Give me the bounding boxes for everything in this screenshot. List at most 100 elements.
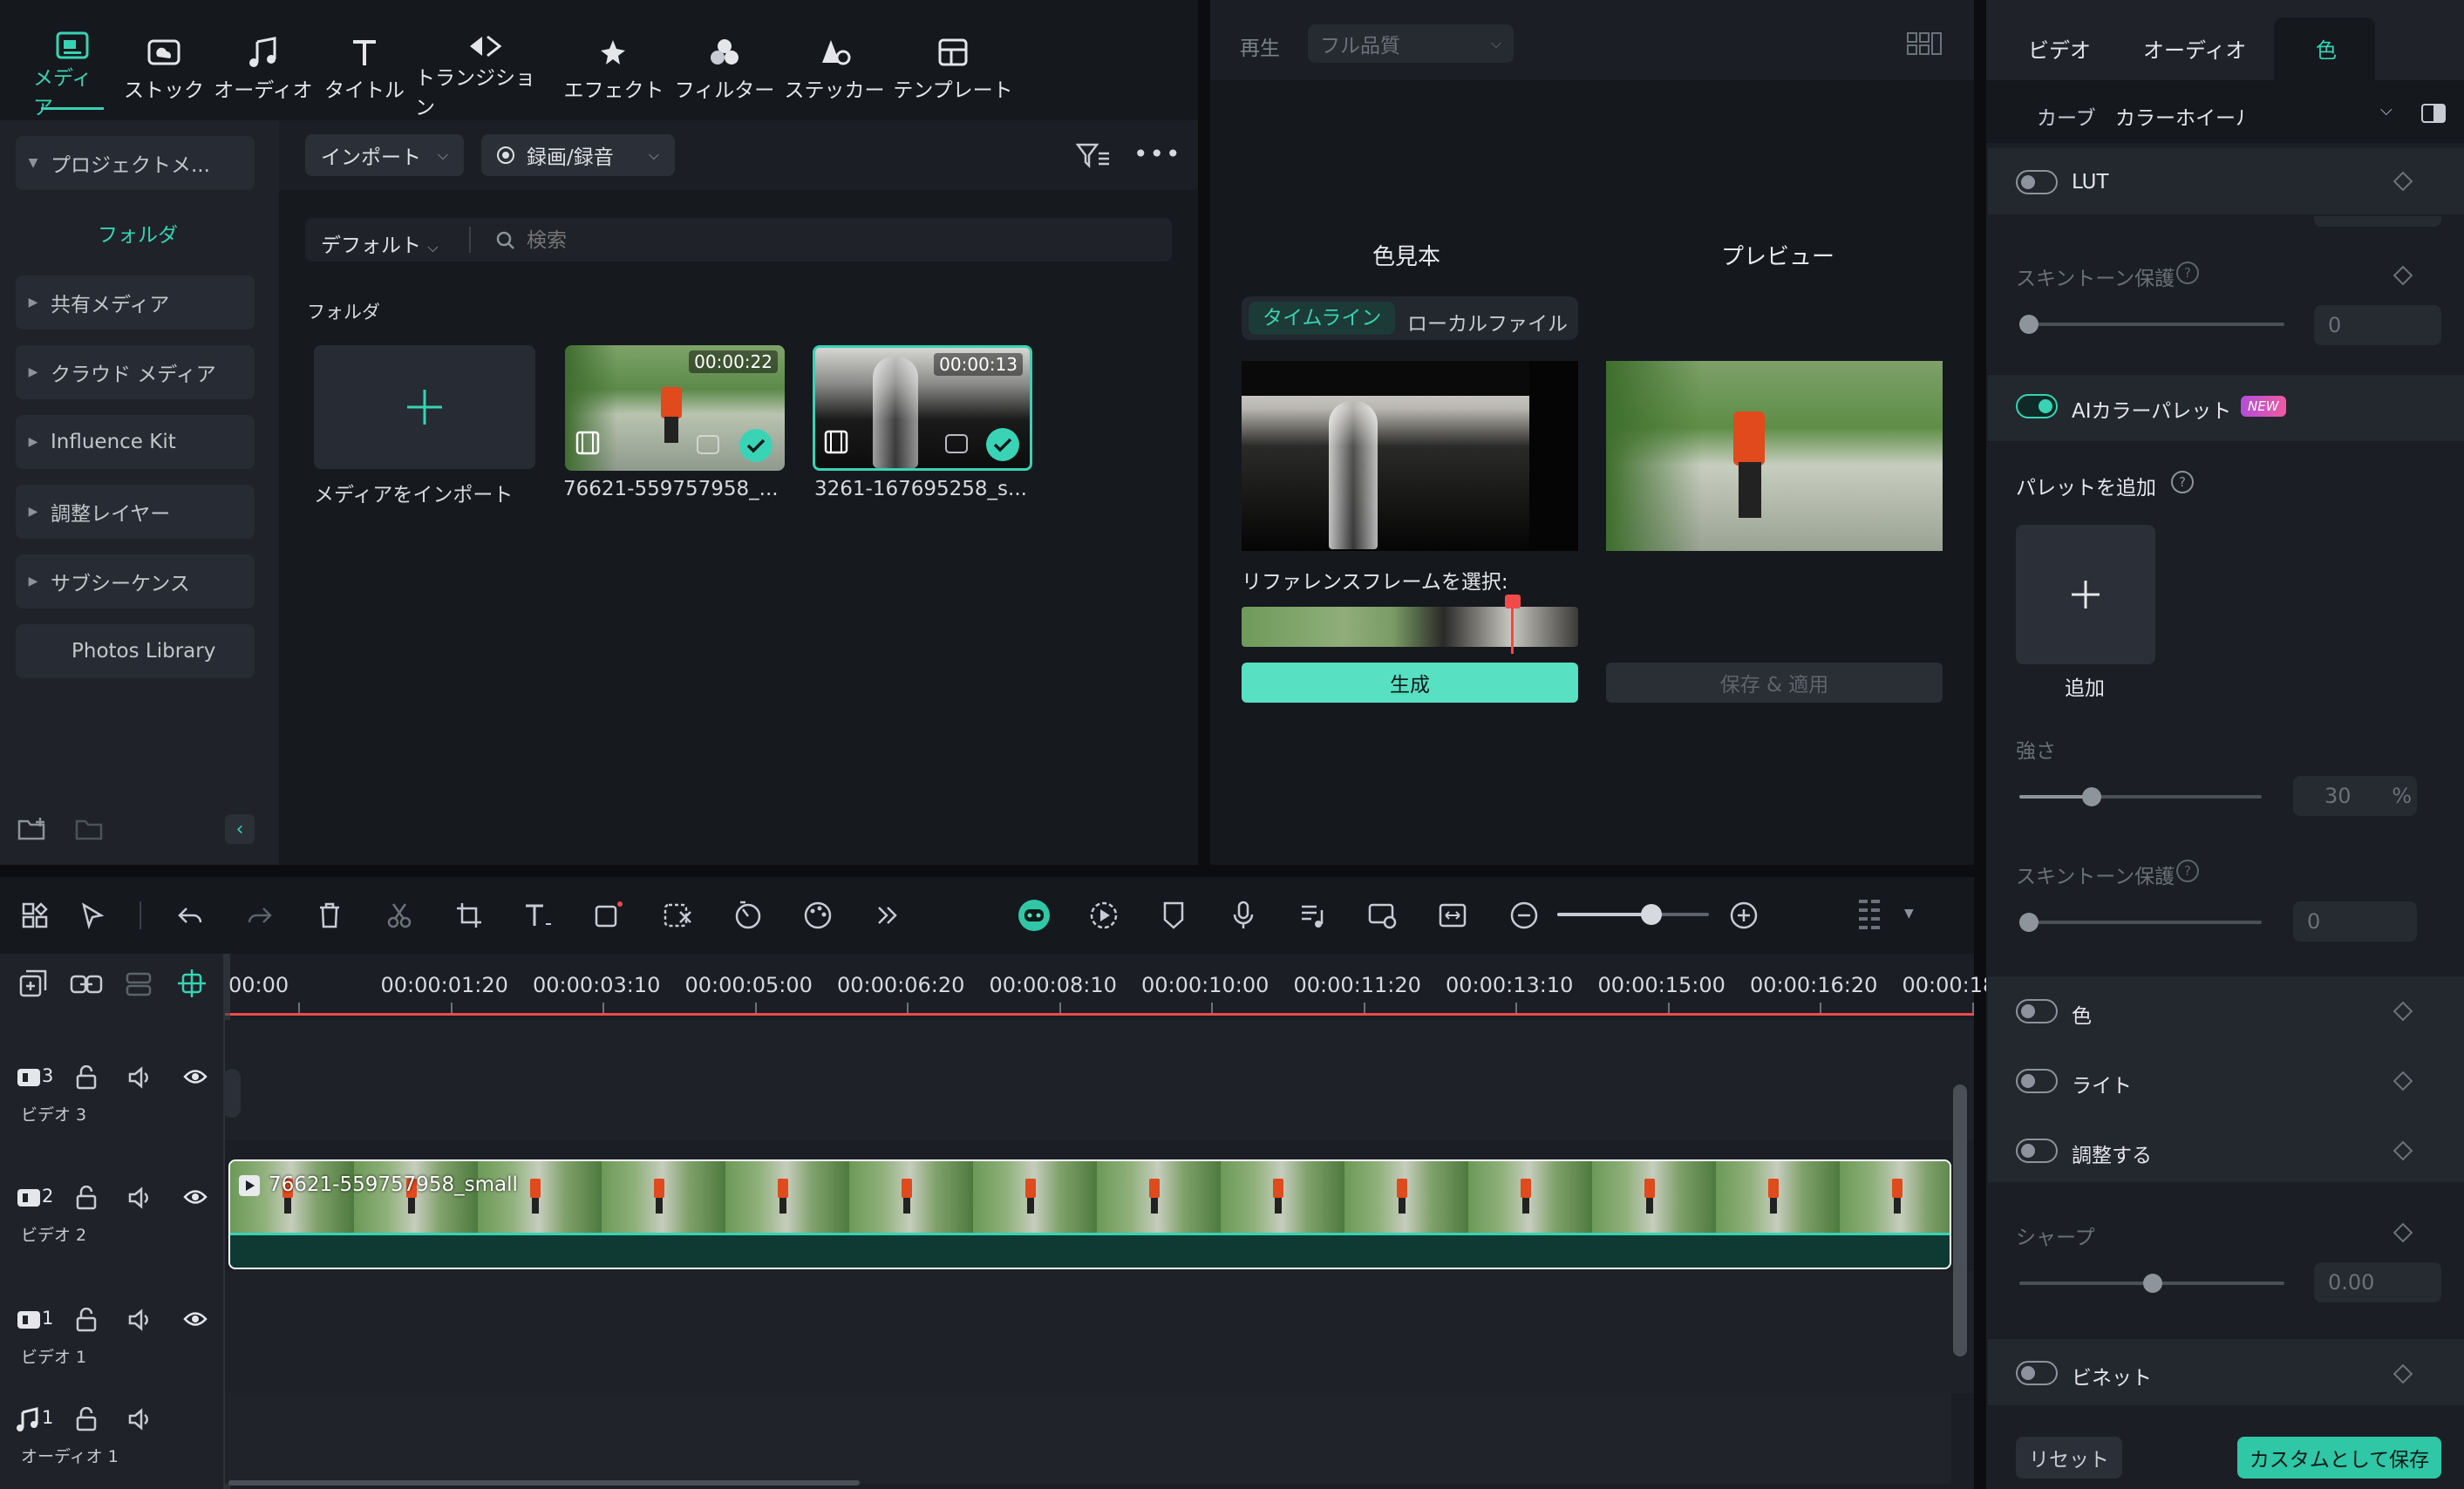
group-icon[interactable]: [124, 971, 153, 1001]
sidebar-item-influence[interactable]: ▶ Influence Kit: [16, 415, 255, 469]
shape-tool-icon[interactable]: [591, 898, 626, 933]
skin-tone-value[interactable]: 0: [2293, 901, 2417, 942]
sidebar-item-shared[interactable]: ▶ 共有メディア: [16, 275, 255, 330]
ai-palette-toggle[interactable]: [2016, 394, 2058, 418]
speaker-icon[interactable]: [127, 1065, 152, 1093]
add-palette-button[interactable]: [2016, 525, 2155, 664]
reset-button[interactable]: リセット: [2016, 1437, 2122, 1479]
skin-tone-value[interactable]: 0: [2314, 305, 2441, 345]
import-dropdown[interactable]: インポート ⌵: [305, 134, 464, 176]
layout-icon[interactable]: [17, 898, 52, 933]
delete-folder-icon[interactable]: [75, 816, 105, 846]
save-apply-button[interactable]: 保存 & 適用: [1606, 663, 1943, 703]
sort-dropdown[interactable]: デフォルト ⌵: [321, 228, 438, 258]
strength-value[interactable]: 30%: [2293, 776, 2417, 816]
magnet-snap-icon[interactable]: [176, 968, 208, 1003]
speed-icon[interactable]: [731, 898, 766, 933]
fit-icon[interactable]: [1435, 898, 1470, 933]
collapse-sidebar-icon[interactable]: ‹: [225, 814, 255, 844]
tab-local-file[interactable]: ローカルファイル: [1407, 307, 1568, 337]
skin-tone-slider-knob[interactable]: [2019, 913, 2039, 932]
ai-cutout-icon[interactable]: [661, 898, 696, 933]
chevron-down-icon[interactable]: ⌵: [2380, 101, 2393, 119]
skin-tone-slider[interactable]: [2019, 921, 2262, 924]
toolbar-filter[interactable]: フィルター: [673, 31, 776, 110]
lock-icon[interactable]: [75, 1064, 98, 1093]
timeline-clip[interactable]: 76621-559757958_small: [228, 1159, 1951, 1269]
track-row-video-1[interactable]: [225, 1271, 1974, 1393]
lock-icon[interactable]: [75, 1185, 98, 1214]
sidebar-item-subsequence[interactable]: ▶ サブシーケンス: [16, 554, 255, 609]
tab-video[interactable]: ビデオ: [2028, 33, 2091, 64]
subtab-color-wheel[interactable]: カラーホイール: [2115, 101, 2246, 131]
render-preview-icon[interactable]: [1086, 898, 1121, 933]
text-tool-icon[interactable]: [521, 898, 556, 933]
lut-toggle[interactable]: [2016, 170, 2058, 194]
new-folder-icon[interactable]: [17, 816, 47, 846]
toolbar-effect[interactable]: エフェクト: [563, 31, 664, 110]
quality-dropdown[interactable]: フル品質 ⌵: [1308, 24, 1514, 63]
sidebar-item-photos[interactable]: Photos Library: [16, 624, 255, 678]
toolbar-transition[interactable]: トランジション: [415, 31, 555, 119]
timeline-horizontal-scrollbar[interactable]: [228, 1480, 860, 1486]
zoom-in-icon[interactable]: [1726, 898, 1761, 933]
zoom-slider-knob[interactable]: [1640, 904, 1662, 925]
select-tool-icon[interactable]: [75, 898, 110, 933]
tab-timeline[interactable]: タイムライン: [1249, 302, 1396, 335]
sidebar-item-cloud[interactable]: ▶ クラウド メディア: [16, 345, 255, 399]
search-input[interactable]: [527, 223, 1137, 258]
strength-slider[interactable]: [2019, 795, 2262, 799]
toolbar-media[interactable]: メディア: [33, 31, 112, 119]
sharp-slider-knob[interactable]: [2143, 1274, 2162, 1293]
toolbar-sticker[interactable]: ステッカー: [783, 31, 886, 110]
eye-icon[interactable]: [183, 1309, 208, 1332]
subtab-curve[interactable]: カーブ: [2037, 101, 2096, 131]
generate-button[interactable]: 生成: [1242, 663, 1578, 703]
timeline-vertical-scrollbar[interactable]: [1953, 1084, 1967, 1356]
toolbar-audio[interactable]: オーディオ: [213, 31, 314, 110]
zoom-out-icon[interactable]: [1507, 898, 1542, 933]
media-clip-thumbnail[interactable]: 00:00:22: [565, 345, 785, 471]
speaker-icon[interactable]: [127, 1308, 152, 1336]
undo-icon[interactable]: [173, 898, 208, 933]
skin-tone-slider-knob[interactable]: [2019, 315, 2039, 334]
cut-icon[interactable]: [382, 898, 417, 933]
help-icon[interactable]: ?: [2176, 262, 2199, 284]
caret-down-icon[interactable]: ▼: [1904, 907, 1914, 921]
ref-frame-strip[interactable]: [1242, 607, 1578, 647]
toolbar-title[interactable]: タイトル: [323, 31, 406, 110]
track-handle[interactable]: [223, 1069, 241, 1118]
eye-icon[interactable]: [183, 1067, 208, 1090]
marker-icon[interactable]: [1156, 898, 1191, 933]
add-track-icon[interactable]: [19, 969, 49, 1003]
lock-icon[interactable]: [75, 1307, 98, 1336]
more-options-icon[interactable]: •••: [1133, 139, 1182, 168]
frame-marker[interactable]: [1505, 595, 1521, 654]
sharp-value[interactable]: 0.00: [2314, 1262, 2441, 1302]
microphone-icon[interactable]: [1226, 898, 1261, 933]
redo-icon[interactable]: [242, 898, 277, 933]
zoom-slider[interactable]: [1557, 904, 1709, 925]
media-clip-thumbnail[interactable]: 00:00:13: [813, 345, 1032, 471]
speaker-icon[interactable]: [127, 1407, 152, 1435]
link-icon[interactable]: [70, 971, 103, 1001]
track-options-icon[interactable]: [1852, 898, 1887, 933]
compare-view-icon[interactable]: [2420, 103, 2447, 127]
track-row-video-3[interactable]: [225, 1020, 1974, 1140]
tab-audio[interactable]: オーディオ: [2143, 33, 2246, 64]
eye-icon[interactable]: [183, 1187, 208, 1210]
adjust-toggle[interactable]: [2016, 1139, 2058, 1163]
playhead-line[interactable]: [225, 1013, 1974, 1016]
speaker-icon[interactable]: [127, 1186, 152, 1214]
lock-icon[interactable]: [75, 1406, 98, 1435]
tab-color[interactable]: 色: [2274, 17, 2375, 80]
ai-mate-icon[interactable]: [1017, 898, 1052, 933]
toolbar-stock[interactable]: ストック: [122, 31, 206, 110]
track-row-audio-1[interactable]: [225, 1393, 1951, 1484]
filter-sort-icon[interactable]: [1075, 141, 1111, 174]
crop-icon[interactable]: [452, 898, 487, 933]
vignette-toggle[interactable]: [2016, 1361, 2058, 1385]
more-tools-icon[interactable]: [870, 898, 905, 933]
skin-tone-slider[interactable]: [2019, 323, 2284, 326]
help-icon[interactable]: ?: [2176, 860, 2199, 882]
